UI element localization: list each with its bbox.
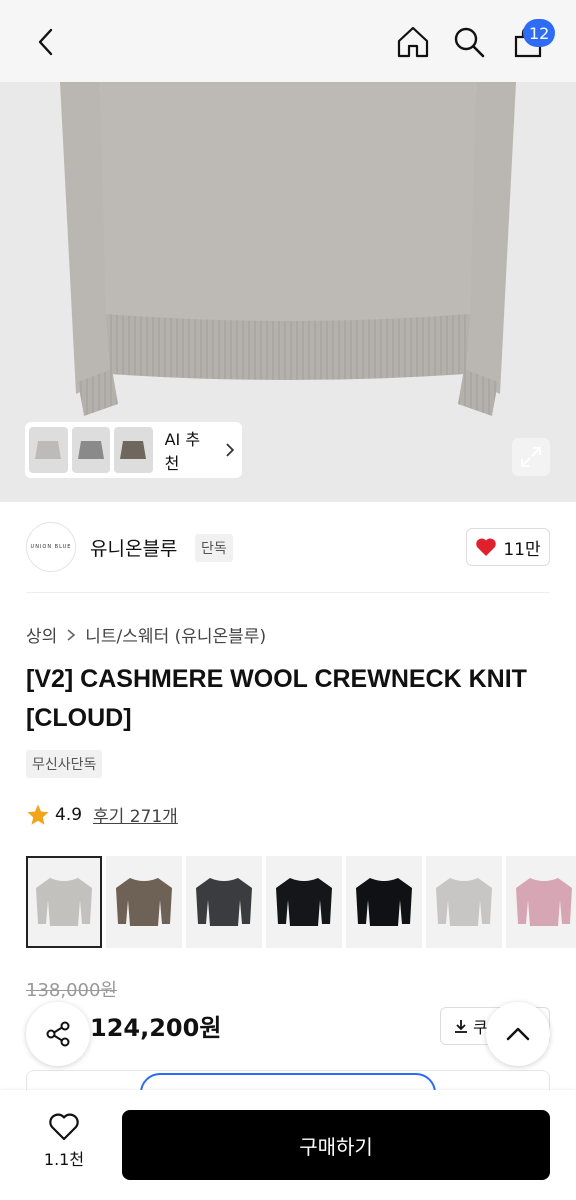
exclusive-tag: 무신사단독 <box>26 750 103 778</box>
brand-name[interactable]: 유니온블루 <box>90 534 177 561</box>
search-icon <box>454 27 485 58</box>
buy-button[interactable]: 구매하기 <box>122 1110 550 1180</box>
rating-row: 4.9 후기 271개 <box>26 802 178 827</box>
brand-like-count: 11만 <box>503 539 541 560</box>
brand-row: UNION BLUE 유니온블루 단독 11만 <box>0 520 576 592</box>
home-button[interactable] <box>391 20 435 64</box>
share-icon <box>46 1021 70 1047</box>
ai-recommend-button[interactable]: AI 추천 <box>25 422 242 478</box>
search-button[interactable] <box>447 20 491 64</box>
chevron-up-icon <box>506 1027 530 1041</box>
wishlist-count: 1.1천 <box>43 1150 85 1169</box>
scroll-top-button[interactable] <box>486 1002 550 1066</box>
breadcrumb: 상의 니트/스웨터 (유니온블루) <box>26 622 266 647</box>
color-swatch[interactable] <box>186 856 262 948</box>
ai-thumb <box>114 427 153 473</box>
star-icon <box>27 804 49 825</box>
share-button[interactable] <box>26 1002 90 1066</box>
brand-like-button[interactable]: 11만 <box>466 528 550 566</box>
bottom-action-bar: 1.1천 구매하기 <box>0 1090 576 1200</box>
breadcrumb-item[interactable]: 니트/스웨터 (유니온블루) <box>85 622 266 647</box>
breadcrumb-item[interactable]: 상의 <box>26 622 57 647</box>
expand-button[interactable] <box>512 438 550 476</box>
color-swatch[interactable] <box>266 856 342 948</box>
cart-count-badge: 12 <box>523 19 556 47</box>
color-swatch[interactable] <box>426 856 502 948</box>
review-link[interactable]: 후기 271개 <box>93 802 178 827</box>
brand-exclusive-tag: 단독 <box>195 534 233 562</box>
home-icon <box>397 26 429 58</box>
heart-outline-icon <box>49 1113 79 1141</box>
ai-recommend-label: AI 추천 <box>164 430 201 473</box>
top-bar: 12 <box>0 0 576 82</box>
color-swatch[interactable] <box>506 856 576 948</box>
color-swatches <box>26 856 576 948</box>
color-swatch[interactable] <box>106 856 182 948</box>
back-button[interactable] <box>24 20 68 64</box>
ai-thumb <box>71 427 111 473</box>
wishlist-button[interactable]: 1.1천 <box>34 1112 94 1170</box>
original-price: 138,000원 <box>26 980 117 1001</box>
divider <box>26 592 550 593</box>
chevron-right-icon <box>226 443 235 457</box>
expand-icon <box>521 447 541 467</box>
rating-score: 4.9 <box>55 804 83 825</box>
chevron-right-icon <box>67 628 76 641</box>
color-swatch[interactable] <box>346 856 422 948</box>
brand-logo[interactable]: UNION BLUE <box>26 522 76 572</box>
chevron-left-icon <box>38 28 53 56</box>
sale-price: 124,200원 <box>90 1014 222 1042</box>
heart-icon <box>476 538 497 556</box>
ai-thumb <box>29 427 68 473</box>
download-icon <box>455 1020 467 1033</box>
product-title: [V2] CASHMERE WOOL CREWNECK KNIT [CLOUD] <box>26 665 527 732</box>
color-swatch[interactable] <box>26 856 102 948</box>
